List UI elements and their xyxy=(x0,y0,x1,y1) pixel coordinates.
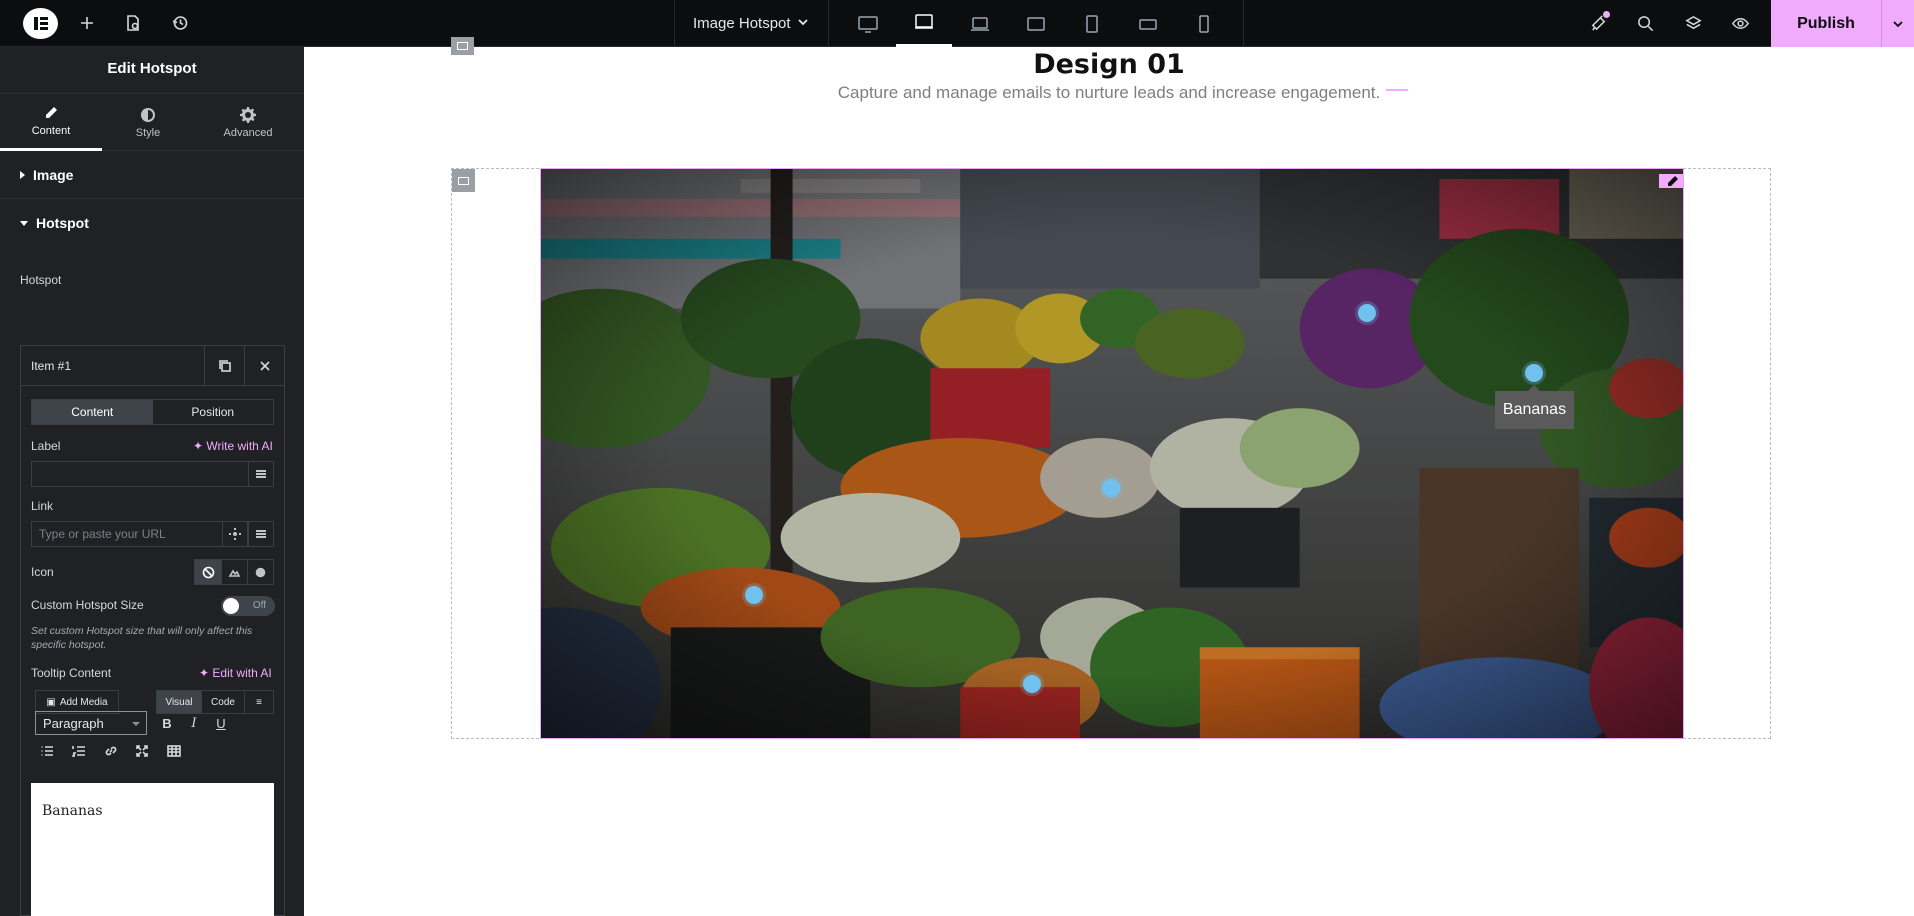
editor-panel: Edit Hotspot Content Style Advanced Imag… xyxy=(0,47,304,916)
tab-style[interactable]: Style xyxy=(97,94,199,151)
tab-advanced[interactable]: Advanced xyxy=(197,94,299,151)
device-mobile-extra-icon[interactable] xyxy=(1120,0,1176,47)
tooltip-editor[interactable]: Bananas xyxy=(31,783,274,916)
bold-icon[interactable]: B xyxy=(157,713,177,733)
panel-title: Edit Hotspot xyxy=(0,47,304,94)
inner-tab-content[interactable]: Content xyxy=(32,400,153,424)
icon-library-icon[interactable] xyxy=(247,560,273,584)
page-heading: Design 01 xyxy=(1033,49,1185,80)
link-input[interactable]: Type or paste your URL xyxy=(31,521,223,547)
custom-size-label: Custom Hotspot Size xyxy=(31,598,144,612)
hotspot-marker[interactable] xyxy=(745,586,763,604)
device-desktop-icon[interactable] xyxy=(840,0,896,47)
hotspot-repeater-label: Hotspot xyxy=(20,273,62,287)
item-inner-tabs: Content Position xyxy=(31,399,274,425)
link-dynamic-tags-icon[interactable] xyxy=(248,521,274,547)
publish-options-button[interactable] xyxy=(1881,0,1914,47)
media-icon: ▣ xyxy=(46,696,56,708)
duplicate-icon[interactable] xyxy=(204,346,244,385)
document-title: Image Hotspot xyxy=(693,15,791,32)
search-icon[interactable] xyxy=(1633,11,1657,35)
upload-svg-icon[interactable] xyxy=(221,560,247,584)
close-icon[interactable] xyxy=(244,346,284,385)
layers-icon[interactable] xyxy=(1681,11,1705,35)
tooltip-editor-text: Bananas xyxy=(42,803,103,819)
chevron-down-icon xyxy=(796,15,810,29)
section-hotspot-toggle[interactable]: Hotspot xyxy=(0,199,304,247)
pencil-icon xyxy=(46,107,57,118)
toolbar-toggle-icon[interactable] xyxy=(164,741,184,761)
inner-tab-position[interactable]: Position xyxy=(153,400,274,424)
widget-edit-pencil-icon[interactable] xyxy=(1659,174,1683,188)
device-tablet-portrait-icon[interactable] xyxy=(1064,0,1120,47)
bullet-list-icon[interactable] xyxy=(37,741,57,761)
hotspot-item: Item #1 Content Position Label ✦ Write w… xyxy=(20,345,285,916)
link-options-gear-icon[interactable] xyxy=(222,521,248,547)
half-circle-icon xyxy=(141,107,155,122)
italic-icon[interactable]: I xyxy=(184,713,204,733)
device-tablet-landscape-icon[interactable] xyxy=(896,0,952,47)
publish-button[interactable]: Publish xyxy=(1771,0,1881,47)
document-switcher[interactable]: Image Hotspot xyxy=(674,0,829,47)
link-icon[interactable] xyxy=(101,741,121,761)
notification-dot xyxy=(1603,11,1610,18)
top-bar: Image Hotspot Publish xyxy=(0,0,1914,47)
toggle-knob xyxy=(223,598,239,614)
caret-right-icon xyxy=(20,170,25,179)
notifications-icon[interactable] xyxy=(1586,11,1610,35)
hotspot-marker-bananas[interactable] xyxy=(1525,364,1543,382)
hotspot-tooltip: Bananas xyxy=(1495,385,1574,429)
item-title: Item #1 xyxy=(31,358,72,373)
label-field-label: Label xyxy=(31,439,61,453)
edit-with-ai-link[interactable]: ✦ Edit with AI xyxy=(199,666,272,680)
fullscreen-icon[interactable] xyxy=(132,741,152,761)
caret-down-icon xyxy=(20,220,28,226)
editor-canvas: Design 01 Capture and manage emails to n… xyxy=(304,37,1914,916)
icon-choices xyxy=(194,559,274,585)
tooltip-content-label: Tooltip Content xyxy=(31,666,112,680)
format-select[interactable]: Paragraph xyxy=(35,711,147,735)
image-hotspot-widget[interactable] xyxy=(540,168,1684,739)
custom-size-hint: Set custom Hotspot size that will only a… xyxy=(31,625,253,651)
hotspot-marker[interactable] xyxy=(1023,675,1041,693)
panel-tabs: Content Style Advanced xyxy=(0,94,304,151)
icon-field-label: Icon xyxy=(31,565,54,579)
plus-icon[interactable] xyxy=(75,11,99,35)
label-input[interactable] xyxy=(31,461,249,487)
item-header[interactable]: Item #1 xyxy=(21,346,284,386)
underline-icon[interactable]: U xyxy=(211,713,231,733)
section-image-toggle[interactable]: Image xyxy=(0,151,304,199)
responsive-device-switcher xyxy=(840,0,1244,47)
container-handle[interactable] xyxy=(452,169,475,192)
market-image xyxy=(541,169,1683,738)
history-icon[interactable] xyxy=(168,11,192,35)
no-icon-icon[interactable] xyxy=(195,560,221,584)
dynamic-tags-icon[interactable] xyxy=(248,461,274,487)
numbered-list-icon[interactable] xyxy=(69,741,89,761)
select-caret-icon xyxy=(132,722,140,726)
device-tablet-extra-icon[interactable] xyxy=(1008,0,1064,47)
custom-size-toggle[interactable]: Off xyxy=(221,596,275,616)
device-mobile-icon[interactable] xyxy=(1176,0,1232,47)
page-subheading: Capture and manage emails to nurture lea… xyxy=(837,83,1381,102)
gear-icon xyxy=(240,106,256,123)
preview-eye-icon[interactable] xyxy=(1728,11,1752,35)
hotspot-marker[interactable] xyxy=(1358,304,1376,322)
write-with-ai-link[interactable]: ✦ Write with AI xyxy=(193,439,273,453)
hotspot-marker[interactable] xyxy=(1102,479,1120,497)
tab-content[interactable]: Content xyxy=(0,94,102,151)
chevron-down-icon xyxy=(1893,20,1903,27)
page-settings-icon[interactable] xyxy=(121,11,145,35)
link-field-label: Link xyxy=(31,499,54,513)
elementor-logo-icon[interactable] xyxy=(23,8,58,39)
editor-toolbar: Paragraph B I U xyxy=(31,708,274,766)
device-laptop-icon[interactable] xyxy=(952,0,1008,47)
